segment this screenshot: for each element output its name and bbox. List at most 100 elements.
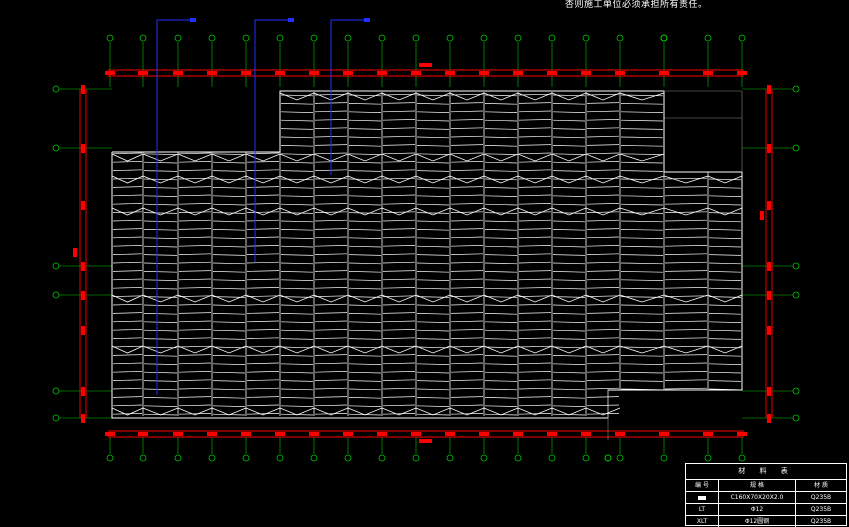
purlin-line — [143, 304, 178, 307]
purlin-line — [382, 219, 416, 222]
tie-rod-brace — [111, 175, 144, 184]
tie-rod-brace — [279, 92, 315, 101]
purlin-line — [518, 396, 552, 398]
tie-rod-brace — [415, 294, 451, 303]
purlin-line — [112, 270, 143, 272]
axis-bubble-icon — [139, 34, 147, 42]
tie-rod-brace — [279, 207, 315, 216]
purlin-line — [348, 405, 382, 407]
purlin-line — [552, 287, 586, 290]
purlin-line — [552, 321, 586, 323]
dimension-tick-icon — [767, 326, 771, 335]
axis-bubble-icon — [704, 454, 712, 462]
tie-rod-brace — [619, 153, 665, 162]
purlin-line — [112, 337, 143, 339]
axis-bubble-icon — [514, 34, 522, 42]
drawing-note: 杏则施工单位必须承担所有责任。 — [565, 0, 708, 10]
purlin-line — [484, 161, 518, 164]
purlin-line — [664, 228, 708, 230]
purlin-line — [382, 119, 416, 121]
purlin-line — [586, 169, 620, 171]
purlin-line — [708, 355, 742, 357]
purlin-line — [280, 254, 314, 256]
axis-bubble-icon — [344, 34, 352, 42]
purlin-line — [348, 380, 382, 382]
axis-bubble-icon — [792, 262, 800, 270]
purlin-line — [552, 304, 586, 307]
purlin-line — [348, 195, 382, 197]
purlin-line — [620, 380, 664, 382]
purlin-line — [348, 161, 382, 164]
roof-outline — [111, 90, 743, 440]
axis-bubble-icon — [446, 454, 454, 462]
purlin-line — [348, 237, 382, 239]
purlin-line — [416, 245, 450, 248]
purlin-line — [518, 144, 552, 146]
purlin-line — [143, 271, 178, 273]
axis-bubble-icon — [792, 414, 800, 422]
purlin-line — [518, 161, 552, 163]
header-spec: 规 格 — [719, 480, 796, 491]
axis-bubble-icon — [52, 144, 60, 152]
purlin-line — [212, 371, 246, 374]
purlin-line — [664, 253, 708, 255]
dimension-tick-icon — [411, 432, 421, 436]
dimension-tick-icon — [767, 414, 771, 423]
purlin-line — [212, 346, 246, 349]
purlin-line — [143, 405, 178, 407]
purlin-line — [280, 212, 314, 214]
purlin-line — [552, 279, 586, 281]
purlin-line — [450, 329, 484, 331]
purlin-line — [314, 236, 348, 239]
purlin-line — [280, 371, 314, 374]
dimension-tick-icon — [81, 291, 85, 300]
purlin-line — [246, 270, 280, 272]
purlin-line — [246, 228, 280, 230]
purlin-line — [586, 354, 620, 356]
axis-bubble-icon — [616, 454, 624, 462]
purlin-line — [314, 211, 348, 213]
purlin-line — [178, 161, 212, 163]
purlin-line — [552, 363, 586, 365]
purlin-line — [552, 187, 586, 189]
purlin-line — [552, 178, 586, 181]
purlin-line — [112, 236, 143, 239]
purlin-line — [382, 261, 416, 264]
purlin-line — [518, 194, 552, 197]
purlin-line — [280, 128, 314, 130]
purlin-line — [416, 262, 450, 265]
purlin-line — [143, 254, 178, 256]
purlin-line — [450, 303, 484, 306]
purlin-line — [518, 303, 552, 306]
purlin-line — [280, 287, 314, 290]
purlin-line — [348, 128, 382, 130]
purlin-line — [552, 153, 586, 155]
purlin-line — [280, 145, 314, 147]
purlin-line — [112, 413, 143, 415]
purlin-line — [143, 363, 178, 365]
purlin-line — [664, 236, 708, 239]
purlin-line — [620, 279, 664, 281]
dimension-tick-icon — [105, 432, 115, 436]
purlin-line — [112, 161, 143, 163]
purlin-line — [382, 362, 416, 365]
purlin-line — [246, 371, 280, 373]
purlin-line — [416, 313, 450, 315]
purlin-line — [178, 362, 212, 365]
purlin-line — [212, 254, 246, 256]
purlin-line — [314, 337, 348, 339]
axis-bubble-icon — [52, 85, 60, 93]
purlin-line — [143, 346, 178, 349]
purlin-line — [314, 186, 348, 188]
purlin-line — [314, 371, 348, 373]
purlin-line — [586, 362, 620, 365]
purlin-line — [484, 380, 518, 382]
purlin-line — [484, 388, 518, 391]
purlin-line — [450, 161, 484, 163]
purlin-line — [450, 135, 484, 138]
purlin-line — [586, 295, 620, 297]
purlin-line — [143, 287, 178, 290]
purlin-line — [348, 321, 382, 323]
purlin-line — [314, 362, 348, 365]
purlin-line — [664, 287, 708, 289]
